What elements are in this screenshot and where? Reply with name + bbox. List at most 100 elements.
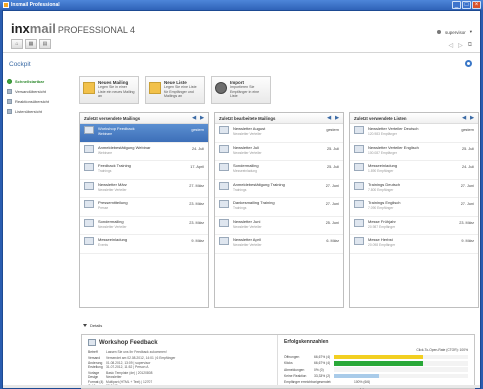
list-item[interactable]: Newsletter Juni Newsletter Verteiler 25. J… — [215, 217, 343, 235]
list-item[interactable]: Newsletter April Newsletter Verteiler 6. M… — [215, 235, 343, 254]
metric-label: Keine Reaktion — [284, 374, 307, 379]
new-mailing-button[interactable]: Neues Mailing Legen Sie in einer Liste e… — [79, 76, 139, 104]
prev-icon[interactable]: ◁ — [448, 42, 453, 49]
list-item[interactable]: Newsletter März Newsletter Verteiler 27. M… — [80, 180, 208, 198]
panel-rows: Newsletter August Newsletter Verteiler ges… — [215, 124, 343, 254]
list-item[interactable]: Newsletter Verteiler Deutsch 120.983 Empf… — [350, 124, 478, 143]
metrics-title: Erfolgskennzahlen — [284, 339, 329, 345]
list-item[interactable]: Workshop Feedback Webinare gestern — [80, 124, 208, 143]
metric-value: 0% (0) — [314, 367, 324, 372]
sidebar-item-label: Reaktionsübersicht — [15, 98, 50, 104]
sidebar-item-versand[interactable]: Versandübersicht — [7, 86, 67, 96]
list-item[interactable]: Messe Herbst 20.098 Empfänger 9. März — [350, 235, 478, 254]
item-name: Newsletter Verteiler Deutsch — [368, 126, 419, 131]
arrow-left-icon[interactable]: ◀ — [327, 115, 331, 121]
list-item[interactable]: Newsletter Verteiler Englisch 100.087 Emp… — [350, 143, 478, 161]
refresh-icon[interactable] — [465, 60, 472, 67]
arrow-left-icon[interactable]: ◀ — [192, 115, 196, 121]
list-icon — [354, 200, 364, 208]
metric-bar — [334, 361, 468, 366]
action-desc: Importieren Sie Empfänger in eine Liste — [230, 85, 260, 98]
arrow-left-icon[interactable]: ◀ — [462, 115, 466, 121]
triangle-down-icon — [83, 324, 87, 327]
user-menu[interactable]: supervisor ▾ — [436, 29, 472, 35]
details-fields: Betreff Lassen Sie uns Ihr Feedback zukom… — [88, 350, 271, 388]
item-date: 9. März — [191, 239, 204, 243]
mailing-icon — [84, 200, 94, 208]
import-button[interactable]: Import Importieren Sie Empfänger in eine… — [211, 76, 271, 104]
details-panel: Workshop Feedback Betreff Lassen Sie uns … — [81, 334, 475, 389]
item-sub: 20.987 Empfänger — [368, 224, 396, 229]
metric-footer-row: Empfänger erreichbar/gesendet: 100% (6/6) — [284, 380, 468, 384]
details-toggle[interactable]: Details — [83, 323, 102, 328]
arrow-right-icon[interactable]: ▶ — [470, 115, 474, 121]
list-item[interactable]: Newsletter August Newsletter Verteiler ges… — [215, 124, 343, 143]
product-logo: inxmail PROFESSIONAL 4 — [11, 21, 135, 36]
home-button[interactable]: ⌂ — [11, 39, 23, 49]
mailing-icon — [219, 163, 229, 171]
maximize-button[interactable]: □ — [462, 1, 471, 9]
metric-bar — [334, 373, 468, 379]
nav-buttons: ⌂ ▦ ▤ — [11, 39, 51, 49]
sidebar-item-listen[interactable]: Listenübersicht — [7, 106, 67, 116]
list-item[interactable]: Anmeldebestätigung Training Trainings 27. … — [215, 180, 343, 198]
quick-actions: Neues Mailing Legen Sie in einer Liste e… — [79, 76, 271, 104]
item-text: Newsletter März Newsletter Verteiler — [98, 182, 187, 192]
item-date: 27. Juni — [460, 202, 474, 206]
item-name: Sondermailing — [98, 218, 124, 224]
list-item[interactable]: Anmeldebestätigung Webinar Webinare 24. Ju… — [80, 143, 208, 161]
pager: ◁ ▷ ⧉ — [448, 42, 472, 49]
mailing-icon — [84, 237, 94, 245]
chevron-down-icon: ▾ — [469, 29, 472, 34]
window-icon[interactable]: ⧉ — [468, 42, 472, 49]
item-name: Newsletter Juni — [233, 218, 261, 224]
item-date: 25. Juli — [461, 146, 474, 151]
metric-value: 100% (6/6) — [354, 380, 371, 385]
list-item[interactable]: Trainings Englisch 7.090 Empfänger 27. Jun… — [350, 198, 478, 217]
new-list-button[interactable]: Neue Liste Legen Sie eine Liste für Empf… — [145, 76, 205, 104]
list-icon — [354, 237, 364, 245]
item-sub: 20.098 Empfänger — [368, 243, 396, 247]
metric-label: Klicks — [284, 361, 293, 366]
list-item[interactable]: Dankesmailing Training Trainings 27. Juni — [215, 198, 343, 217]
header: inxmail PROFESSIONAL 4 ⌂ ▦ ▤ supervisor ▾… — [3, 11, 480, 53]
arrow-right-icon[interactable]: ▶ — [200, 115, 204, 121]
item-name: Newsletter Verteiler Englisch — [368, 144, 419, 150]
list-item[interactable]: Sondermailing Messeeinladung 25. Juli — [215, 161, 343, 180]
panel-used-lists: Zuletzt verwendete Listen ◀ ▶ Newsletter … — [349, 112, 479, 308]
item-date: 25. Juni — [325, 220, 339, 225]
list-item[interactable]: Feedback Training Trainings 17. April — [80, 161, 208, 180]
item-sub: 120.983 Empfänger — [368, 132, 397, 136]
mailing-icon — [219, 126, 229, 134]
item-text: Sondermailing Newsletter Verteiler — [98, 219, 187, 229]
list-button[interactable]: ▤ — [39, 39, 51, 49]
metric-value: 66,67% (4) — [314, 361, 331, 366]
list-item[interactable]: Sondermailing Newsletter Verteiler 23. Mär… — [80, 217, 208, 235]
list-icon — [354, 126, 364, 134]
item-date: 27. Juni — [325, 183, 339, 188]
item-text: Trainings Englisch 7.090 Empfänger — [368, 200, 459, 210]
item-sub: Newsletter Verteiler — [233, 243, 262, 247]
list-item[interactable]: Messe Frühjahr 20.987 Empfänger 23. März — [350, 217, 478, 235]
grid-button[interactable]: ▦ — [25, 39, 37, 49]
sidebar-item-reaktion[interactable]: Reaktionsübersicht — [7, 96, 67, 106]
close-button[interactable]: × — [472, 1, 481, 9]
mailing-title: Workshop Feedback — [88, 339, 271, 346]
list-item[interactable]: Trainings Deutsch 7.800 Empfänger 27. Juni — [350, 180, 478, 198]
list-item[interactable]: Newsletter Juli Newsletter Verteiler 25. J… — [215, 143, 343, 161]
list-item[interactable]: Messeeinladung Events 9. März — [80, 235, 208, 254]
item-date: 25. Juli — [326, 146, 339, 151]
minimize-button[interactable]: _ — [452, 1, 461, 9]
item-name: Feedback Training — [98, 163, 131, 168]
arrow-right-icon[interactable]: ▶ — [335, 115, 339, 121]
panel-edited-mailings: Zuletzt bearbeitete Mailings ◀ ▶ Newslett… — [214, 112, 344, 308]
item-sub: Webinare — [98, 150, 113, 155]
sidebar-item-schnellstart[interactable]: Schnellstartbar — [7, 76, 67, 86]
list-icon — [354, 163, 364, 171]
item-text: Newsletter Verteiler Deutsch 120.983 Empf… — [368, 126, 459, 136]
list-item[interactable]: Pressemitteilung Presse 23. März — [80, 198, 208, 217]
next-icon[interactable]: ▷ — [458, 42, 463, 49]
item-date: 27. März — [189, 183, 204, 188]
list-item[interactable]: Messeeinladung 1.890 Empfänger 24. Juli — [350, 161, 478, 180]
item-date: gestern — [191, 128, 204, 132]
